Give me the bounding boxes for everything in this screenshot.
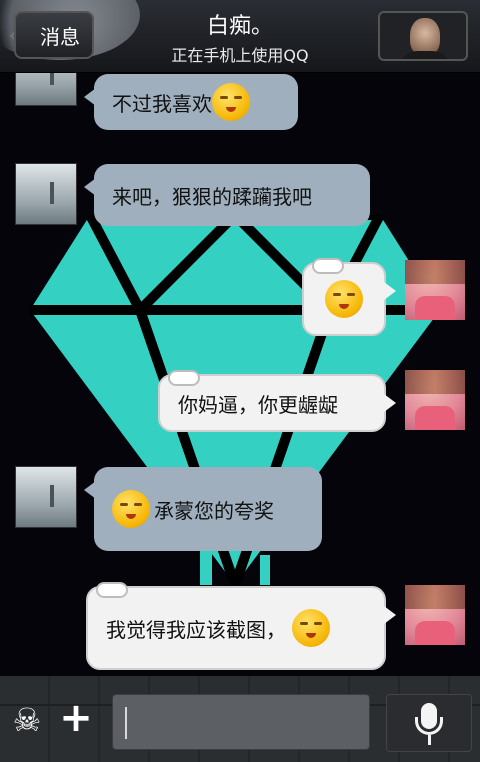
message-bubble[interactable]: 不过我喜欢 <box>84 74 298 130</box>
message-text: 不过我喜欢 <box>112 91 212 116</box>
message-text: 我觉得我应该截图， <box>106 617 286 642</box>
smirk-emoji-icon <box>325 280 363 318</box>
message-bubble[interactable]: 来吧，狠狠的蹂躏我吧 <box>84 164 370 226</box>
message-text: 来吧，狠狠的蹂躏我吧 <box>112 184 312 209</box>
emoji-skull-icon[interactable]: ☠ <box>10 700 44 740</box>
message-text: 承蒙您的夸奖 <box>154 498 274 523</box>
microphone-button[interactable] <box>386 694 472 752</box>
chat-header: 消息 白痴。 正在手机上使用QQ <box>0 0 480 73</box>
my-avatar[interactable] <box>405 260 465 320</box>
message-bubble[interactable]: 你妈逼，你更龌龊 <box>158 370 396 432</box>
scroll-decoration <box>312 258 344 274</box>
kiss-emoji-icon <box>212 83 250 121</box>
input-toolbar: ☠ + <box>0 676 480 762</box>
chat-screen: 消息 白痴。 正在手机上使用QQ 不过我喜欢 来吧，狠狠的蹂躏我吧 你妈逼，你更… <box>0 0 480 762</box>
message-bubble[interactable]: 承蒙您的夸奖 <box>84 467 322 551</box>
scroll-decoration <box>168 370 200 386</box>
message-bubble[interactable] <box>302 258 396 336</box>
kiss-emoji-icon <box>112 490 150 528</box>
my-avatar[interactable] <box>405 585 465 645</box>
message-text: 你妈逼，你更龌龊 <box>178 392 338 417</box>
sender-avatar[interactable] <box>16 467 76 527</box>
sender-avatar[interactable] <box>16 164 76 224</box>
my-avatar[interactable] <box>405 370 465 430</box>
contact-avatar-body <box>398 51 452 59</box>
scroll-decoration <box>96 582 128 598</box>
message-input[interactable] <box>112 694 370 750</box>
plus-icon[interactable]: + <box>58 698 94 740</box>
message-bubble[interactable]: 我觉得我应该截图， <box>86 582 396 670</box>
dizzy-emoji-icon <box>292 609 330 647</box>
contact-profile-button[interactable] <box>378 11 468 61</box>
